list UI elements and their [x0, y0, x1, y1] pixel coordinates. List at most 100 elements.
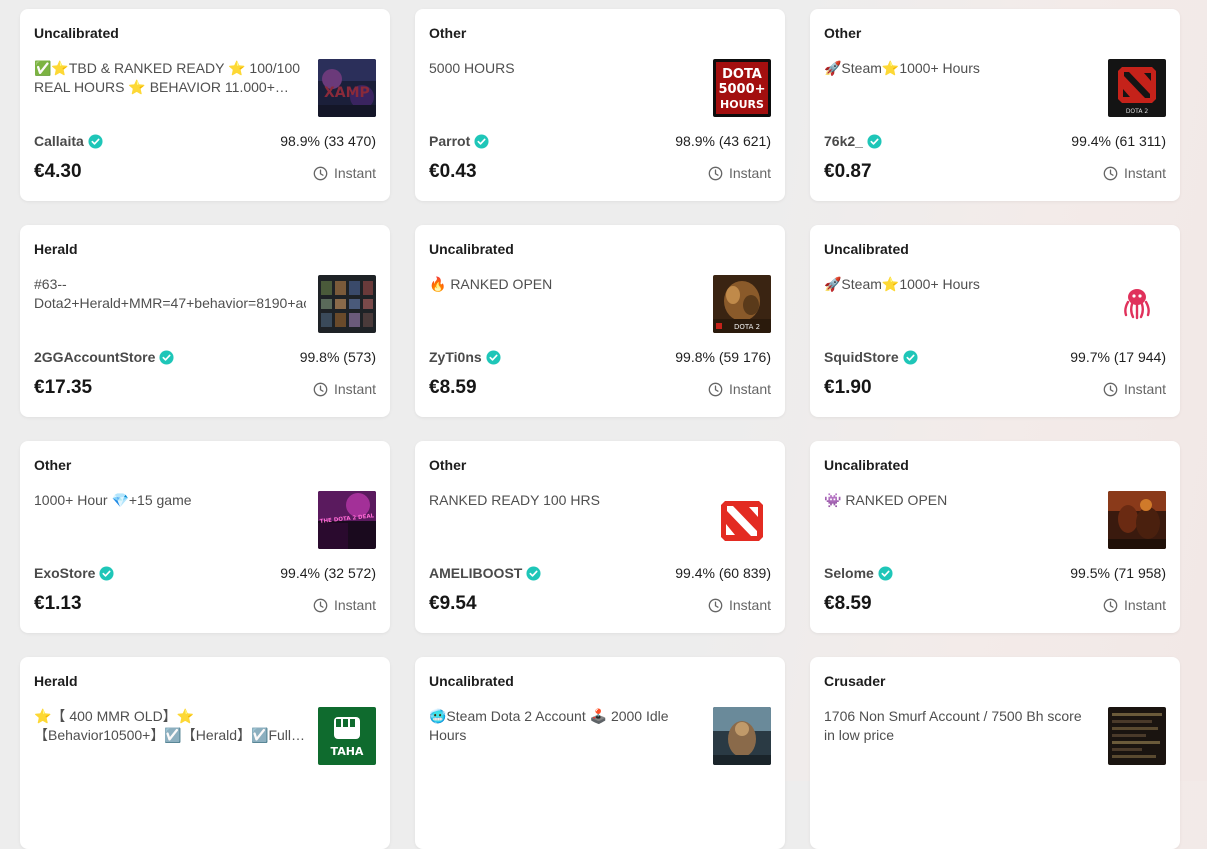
delivery-label: Instant: [728, 165, 771, 181]
clock-icon: [708, 166, 723, 180]
delivery-time: Instant: [708, 165, 771, 181]
offer-rank: Herald: [34, 673, 78, 689]
thumb-text: DOTA 2: [734, 323, 760, 331]
seller-rating: 99.4% (60 839): [675, 565, 771, 581]
verified-badge-icon: [867, 133, 882, 149]
delivery-time: Instant: [708, 597, 771, 613]
delivery-label: Instant: [1123, 597, 1166, 613]
delivery-time: Instant: [1103, 165, 1166, 181]
delivery-label: Instant: [333, 597, 376, 613]
offer-card[interactable]: Uncalibrated ✅⭐TBD & RANKED READY ⭐ 100/…: [20, 9, 390, 201]
offer-thumbnail[interactable]: THE DOTA 2 DEAL: [318, 491, 376, 549]
offer-card[interactable]: Herald #63--Dota2+Herald+MMR=47+behavior…: [20, 225, 390, 417]
offer-rank: Other: [34, 457, 72, 473]
thumb-text: DOTA: [722, 67, 762, 82]
offer-title[interactable]: #63--Dota2+Herald+MMR=47+behavior=8190+a…: [34, 275, 306, 313]
offer-card[interactable]: Herald ⭐【 400 MMR OLD】⭐【Behavior10500+】☑…: [20, 657, 390, 849]
delivery-label: Instant: [1123, 381, 1166, 397]
seller-rating: 98.9% (43 621): [675, 133, 771, 149]
offer-card[interactable]: Other 🚀Steam⭐1000+ Hours DOTA 2 76k2_ 99…: [810, 9, 1180, 201]
offer-thumbnail[interactable]: DOTA 2: [1108, 59, 1166, 117]
offer-price: €8.59: [429, 377, 477, 398]
offer-price: €1.13: [34, 593, 82, 614]
delivery-label: Instant: [333, 381, 376, 397]
offer-title[interactable]: 👾 RANKED OPEN: [824, 491, 1096, 510]
seller-rating: 99.8% (573): [299, 349, 376, 365]
delivery-time: Instant: [313, 381, 376, 397]
offer-thumbnail[interactable]: [713, 707, 771, 765]
offer-title[interactable]: ✅⭐TBD & RANKED READY ⭐ 100/100 REAL HOUR…: [34, 59, 306, 97]
clock-icon: [313, 166, 328, 180]
offer-title[interactable]: 1000+ Hour 💎+15 game: [34, 491, 306, 510]
seller-name[interactable]: Callaita: [34, 133, 103, 149]
offer-title[interactable]: 🔥 RANKED OPEN: [429, 275, 701, 294]
offer-thumbnail[interactable]: [1108, 275, 1166, 333]
delivery-time: Instant: [313, 597, 376, 613]
thumb-text: TAHA: [331, 745, 364, 758]
offer-price: €0.87: [824, 161, 872, 182]
offer-thumbnail[interactable]: XAMP: [318, 59, 376, 117]
seller-name[interactable]: ZyTi0ns: [429, 349, 501, 365]
dota2-warrior-thumbnail-image: [713, 707, 771, 765]
seller-rating: 99.7% (17 944): [1070, 349, 1166, 365]
offer-price: €9.54: [429, 593, 477, 614]
offer-rank: Uncalibrated: [824, 457, 909, 473]
offer-thumbnail[interactable]: [318, 275, 376, 333]
clock-icon: [1103, 598, 1118, 612]
offer-rank: Other: [824, 25, 862, 41]
offer-title[interactable]: 🥶Steam Dota 2 Account 🕹️ 2000 Idle Hours: [429, 707, 701, 745]
squid-logo-thumbnail-image: [1108, 275, 1166, 333]
delivery-label: Instant: [333, 165, 376, 181]
seller-name[interactable]: ExoStore: [34, 565, 114, 581]
offer-thumbnail[interactable]: DOTA 2: [713, 275, 771, 333]
offer-card[interactable]: Uncalibrated 🥶Steam Dota 2 Account 🕹️ 20…: [415, 657, 785, 849]
seller-name[interactable]: Parrot: [429, 133, 489, 149]
seller-rating: 98.9% (33 470): [280, 133, 376, 149]
offer-thumbnail[interactable]: TAHA: [318, 707, 376, 765]
offer-title[interactable]: 🚀Steam⭐1000+ Hours: [824, 275, 1096, 294]
seller-name[interactable]: 2GGAccountStore: [34, 349, 174, 365]
seller-name[interactable]: AMELIBOOST: [429, 565, 541, 581]
verified-badge-icon: [878, 565, 893, 581]
clock-icon: [1103, 382, 1118, 396]
offer-thumbnail[interactable]: [713, 491, 771, 549]
seller-rating: 99.5% (71 958): [1070, 565, 1166, 581]
thumb-text: DOTA 2: [1126, 108, 1149, 115]
dota2-logo-thumbnail-image: DOTA 2: [1108, 59, 1166, 117]
offer-rank: Uncalibrated: [429, 673, 514, 689]
verified-badge-icon: [903, 349, 918, 365]
seller-name[interactable]: SquidStore: [824, 349, 918, 365]
offer-title[interactable]: 🚀Steam⭐1000+ Hours: [824, 59, 1096, 78]
clock-icon: [1103, 166, 1118, 180]
offer-thumbnail[interactable]: [1108, 707, 1166, 765]
offer-card[interactable]: Uncalibrated 🔥 RANKED OPEN DOTA 2 ZyTi0n…: [415, 225, 785, 417]
offer-title[interactable]: ⭐【 400 MMR OLD】⭐【Behavior10500+】☑️【Heral…: [34, 707, 306, 745]
offers-grid: Uncalibrated ✅⭐TBD & RANKED READY ⭐ 100/…: [20, 9, 1180, 849]
verified-badge-icon: [99, 565, 114, 581]
offer-card[interactable]: Other 1000+ Hour 💎+15 game THE DOTA 2 DE…: [20, 441, 390, 633]
seller-rating: 99.8% (59 176): [675, 349, 771, 365]
thumb-text: HOURS: [720, 98, 764, 111]
offer-title[interactable]: 1706 Non Smurf Account / 7500 Bh score i…: [824, 707, 1096, 745]
delivery-label: Instant: [1123, 165, 1166, 181]
delivery-label: Instant: [728, 381, 771, 397]
green-fist-logo-thumbnail-image: TAHA: [318, 707, 376, 765]
offer-thumbnail[interactable]: [1108, 491, 1166, 549]
seller-name[interactable]: 76k2_: [824, 133, 882, 149]
offer-card[interactable]: Other 5000 HOURS DOTA 5000+ HOURS Parrot…: [415, 9, 785, 201]
offer-card[interactable]: Uncalibrated 👾 RANKED OPEN Selome 99.5% …: [810, 441, 1180, 633]
offer-card[interactable]: Crusader 1706 Non Smurf Account / 7500 B…: [810, 657, 1180, 849]
offer-rank: Uncalibrated: [34, 25, 119, 41]
delivery-time: Instant: [708, 381, 771, 397]
seller-name[interactable]: Selome: [824, 565, 893, 581]
delivery-time: Instant: [313, 165, 376, 181]
offer-title[interactable]: RANKED READY 100 HRS: [429, 491, 701, 510]
dota-ranked-thumbnail-image: XAMP: [318, 59, 376, 117]
offer-title[interactable]: 5000 HOURS: [429, 59, 701, 78]
dota-battle-art-thumbnail-image: [1108, 491, 1166, 549]
offer-card[interactable]: Other RANKED READY 100 HRS AMELIBOOST 99…: [415, 441, 785, 633]
verified-badge-icon: [474, 133, 489, 149]
offer-card[interactable]: Uncalibrated 🚀Steam⭐1000+ Hours SquidSto…: [810, 225, 1180, 417]
offer-price: €8.59: [824, 593, 872, 614]
offer-thumbnail[interactable]: DOTA 5000+ HOURS: [713, 59, 771, 117]
